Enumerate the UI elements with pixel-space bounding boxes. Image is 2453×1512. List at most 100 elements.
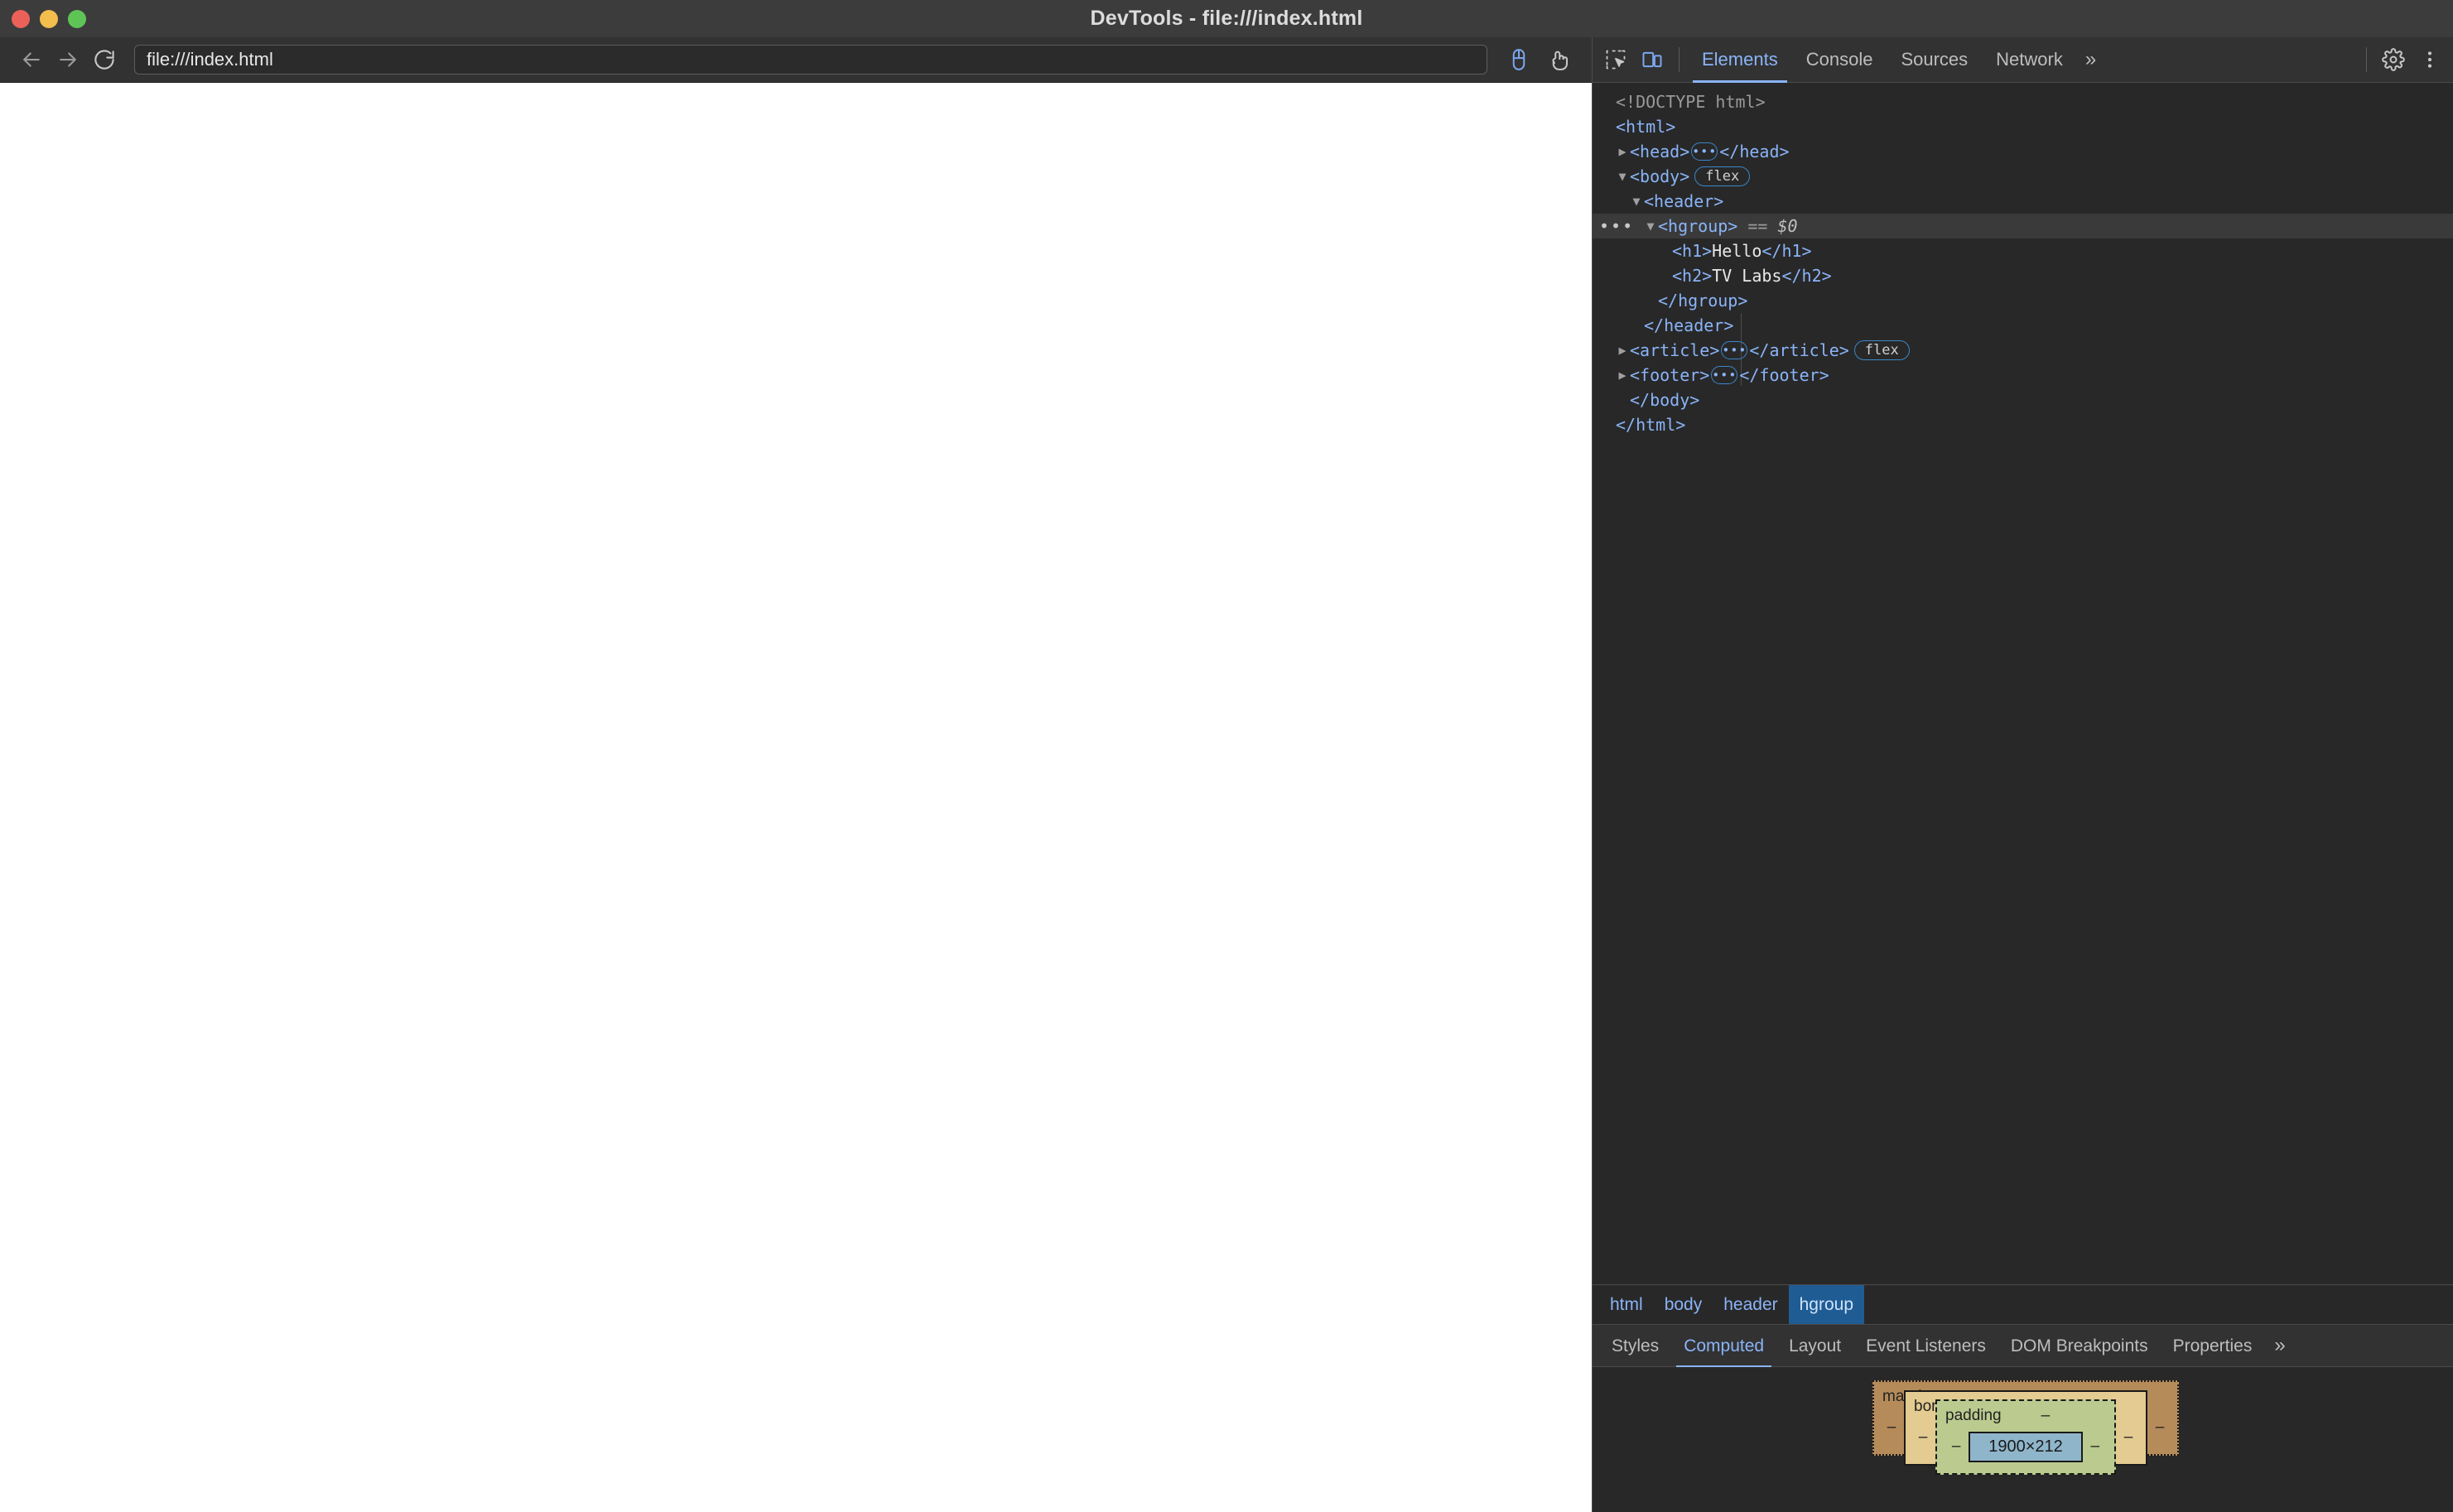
expand-children-badge[interactable]: ••• [1691, 142, 1718, 161]
dom-tag: </head> [1719, 142, 1790, 161]
chevron-right-icon[interactable]: ▶ [1615, 139, 1630, 164]
box-model-margin[interactable]: margin – – border – – [1872, 1380, 2179, 1475]
border-left-value[interactable]: – [1911, 1428, 1935, 1447]
tab-sources[interactable]: Sources [1887, 37, 1982, 83]
bottom-tab-event-listeners[interactable]: Event Listeners [1853, 1325, 1998, 1368]
dom-tag: </footer> [1739, 365, 1829, 385]
devtools-panel: Elements Console Sources Network » <!DOC… [1592, 37, 2453, 1512]
tab-console-label: Console [1805, 49, 1873, 70]
dom-node-row[interactable]: ▶ <article> ••• </article> flex [1593, 338, 2453, 363]
browser-toolbar: file:///index.html [0, 37, 1592, 83]
dom-tag: </body> [1630, 390, 1700, 410]
dom-node-row[interactable]: ▶ <footer> ••• </footer> [1593, 363, 2453, 388]
bottom-tab-styles[interactable]: Styles [1599, 1325, 1671, 1368]
tab-network[interactable]: Network [1982, 37, 2077, 83]
more-vertical-icon[interactable] [2412, 41, 2448, 78]
breadcrumb: html body header hgroup [1593, 1284, 2453, 1324]
mouse-pointer-icon[interactable] [1499, 41, 1539, 78]
dom-text-node: TV Labs [1712, 266, 1782, 286]
box-model-border[interactable]: border – – padding – [1904, 1389, 2147, 1475]
chevron-right-icon[interactable]: ▶ [1615, 363, 1630, 388]
devtools-tabstrip: Elements Console Sources Network » [1688, 37, 2358, 83]
bottom-panel-tabstrip: Styles Computed Layout Event Listeners DOM B… [1593, 1324, 2453, 1368]
dom-tag: </header> [1644, 315, 1734, 335]
dom-token: == [1737, 216, 1778, 236]
padding-right-value[interactable]: – [2083, 1437, 2108, 1456]
padding-label-row: padding – [1942, 1405, 2109, 1427]
chevron-down-icon[interactable]: ▼ [1629, 189, 1644, 214]
box-model-diagram: margin – – border – – [1872, 1380, 2179, 1475]
inspect-element-icon[interactable] [1598, 41, 1634, 78]
bottom-tab-computed[interactable]: Computed [1671, 1325, 1776, 1368]
dom-tag: </h2> [1781, 266, 1832, 286]
expand-children-badge[interactable]: ••• [1711, 366, 1738, 384]
tab-console[interactable]: Console [1792, 37, 1887, 83]
margin-right-value[interactable]: – [2147, 1418, 2172, 1437]
margin-middle-row: – border – – pad [1879, 1389, 2172, 1475]
node-menu-icon[interactable]: ••• [1599, 214, 1634, 238]
flex-badge[interactable]: flex [1853, 340, 1910, 360]
dom-tag: <body> [1630, 166, 1690, 186]
dom-node-row[interactable]: <!DOCTYPE html> [1593, 89, 2453, 114]
dom-tag: <article> [1630, 340, 1720, 360]
dom-node-row[interactable]: <h1> Hello </h1> [1593, 238, 2453, 263]
tab-elements-label: Elements [1702, 49, 1778, 70]
bottom-tab-layout[interactable]: Layout [1776, 1325, 1853, 1368]
dom-tag: <h2> [1672, 266, 1713, 286]
margin-left-value[interactable]: – [1879, 1418, 1904, 1437]
dom-tag: <header> [1644, 191, 1724, 211]
bottom-tab-dom-breakpoints[interactable]: DOM Breakpoints [1998, 1325, 2161, 1368]
dom-node-row[interactable]: </html> [1593, 412, 2453, 437]
dom-tag: <head> [1630, 142, 1690, 161]
gear-icon[interactable] [2375, 41, 2412, 78]
touch-hand-icon[interactable] [1539, 41, 1578, 78]
box-model-padding[interactable]: padding – – 1900×212 – [1935, 1399, 2116, 1475]
breadcrumb-item-html[interactable]: html [1599, 1285, 1654, 1324]
breadcrumb-item-hgroup[interactable]: hgroup [1788, 1285, 1865, 1324]
breadcrumb-item-header[interactable]: header [1713, 1285, 1788, 1324]
dom-tag: </html> [1616, 415, 1686, 435]
dom-node-row[interactable]: ▼ <header> [1593, 189, 2453, 214]
dom-node-row[interactable]: <h2> TV Labs </h2> [1593, 263, 2453, 288]
reload-icon[interactable] [86, 41, 123, 78]
dom-node-row[interactable]: ▼ <body> flex [1593, 164, 2453, 189]
devtools-toolbar: Elements Console Sources Network » [1593, 37, 2453, 83]
dom-node-row[interactable]: </header> [1593, 313, 2453, 338]
page-viewport [0, 83, 1592, 1512]
border-middle-row: – padding – – 1900×212 – – [1911, 1399, 2141, 1475]
dom-node-row[interactable]: ••• ▼ <hgroup> == $0 [1593, 214, 2453, 238]
padding-left-value[interactable]: – [1944, 1437, 1969, 1456]
dom-node-row[interactable]: </hgroup> [1593, 288, 2453, 313]
border-right-value[interactable]: – [2116, 1428, 2141, 1447]
address-bar[interactable]: file:///index.html [134, 45, 1487, 75]
content-box-size[interactable]: 1900×212 [1969, 1431, 2083, 1462]
flex-badge[interactable]: flex [1694, 166, 1751, 186]
padding-top-value[interactable]: – [2041, 1407, 2051, 1425]
tab-elements[interactable]: Elements [1688, 37, 1792, 83]
breadcrumb-item-body[interactable]: body [1654, 1285, 1713, 1324]
expand-children-badge[interactable]: ••• [1721, 341, 1748, 359]
dom-node-row[interactable]: <html> [1593, 114, 2453, 139]
dom-node-row[interactable]: ▶ <head> ••• </head> [1593, 139, 2453, 164]
dom-tree[interactable]: <!DOCTYPE html> <html> ▶ <head> ••• </head> ▼… [1593, 83, 2453, 1284]
chevron-down-icon[interactable]: ▼ [1615, 164, 1630, 189]
device-toolbar-icon[interactable] [1634, 41, 1670, 78]
dom-tag: <footer> [1630, 365, 1710, 385]
bottom-panel: Styles Computed Layout Event Listeners DOM B… [1593, 1324, 2453, 1512]
dom-node-row[interactable]: </body> [1593, 388, 2453, 412]
toolbar-divider [1679, 47, 1680, 72]
window-titlebar: DevTools - file:///index.html [0, 0, 2453, 37]
arrow-left-icon[interactable] [13, 41, 50, 78]
tabs-overflow-icon[interactable]: » [2077, 37, 2104, 83]
chevron-right-icon[interactable]: ▶ [1615, 338, 1630, 363]
chevron-down-icon[interactable]: ▼ [1643, 214, 1658, 238]
computed-pane: margin – – border – – [1593, 1367, 2453, 1512]
bottom-tab-properties[interactable]: Properties [2161, 1325, 2265, 1368]
arrow-right-icon[interactable] [50, 41, 86, 78]
bottom-tabs-overflow-icon[interactable]: » [2264, 1325, 2295, 1366]
